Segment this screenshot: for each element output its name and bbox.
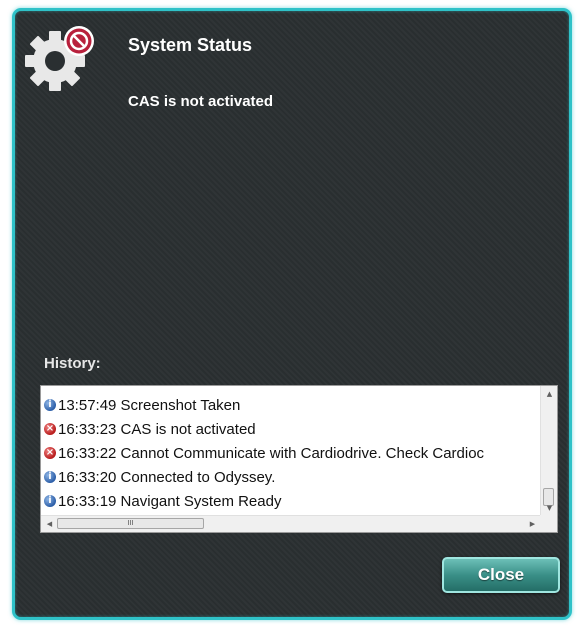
info-icon: i xyxy=(44,495,56,507)
scroll-down-arrow-icon[interactable]: ▼ xyxy=(541,500,557,516)
info-icon: i xyxy=(44,471,56,483)
history-item-text: 13:57:49 Screenshot Taken xyxy=(58,396,241,414)
history-label: History: xyxy=(44,355,101,372)
history-list: i 13:57:49 Screenshot Taken × 16:33:23 C… xyxy=(44,393,544,513)
history-item[interactable]: × 16:33:22 Cannot Communicate with Cardi… xyxy=(44,441,544,465)
close-button[interactable]: Close xyxy=(442,557,560,593)
history-item[interactable]: i 16:33:19 Navigant System Ready xyxy=(44,489,544,513)
history-item-text: 16:33:23 CAS is not activated xyxy=(58,420,256,438)
horizontal-scrollbar[interactable]: ◀ III ▶ xyxy=(41,515,541,532)
scroll-right-arrow-icon[interactable]: ▶ xyxy=(524,516,541,532)
history-item[interactable]: i 13:57:49 Screenshot Taken xyxy=(44,393,544,417)
history-item[interactable]: i 16:33:20 Connected to Odyssey. xyxy=(44,465,544,489)
gear-error-icon xyxy=(25,26,94,91)
history-item[interactable]: × 16:33:23 CAS is not activated xyxy=(44,417,544,441)
history-item-text: 16:33:20 Connected to Odyssey. xyxy=(58,468,276,486)
scroll-corner xyxy=(540,515,557,532)
error-icon: × xyxy=(44,423,56,435)
vertical-scrollbar[interactable]: ▲ ▼ xyxy=(540,386,557,516)
history-item-text: 16:33:22 Cannot Communicate with Cardiod… xyxy=(58,444,485,462)
history-list-box[interactable]: i 13:57:49 Screenshot Taken × 16:33:23 C… xyxy=(40,385,558,533)
scroll-left-arrow-icon[interactable]: ◀ xyxy=(41,516,58,532)
info-icon: i xyxy=(44,399,56,411)
status-message: CAS is not activated xyxy=(128,93,274,110)
dialog-title: System Status xyxy=(128,35,253,55)
error-icon: × xyxy=(44,447,56,459)
history-item-text: 16:33:19 Navigant System Ready xyxy=(58,492,282,510)
scroll-up-arrow-icon[interactable]: ▲ xyxy=(541,386,557,402)
system-status-dialog: System Status CAS is not activated Histo… xyxy=(12,8,572,620)
horizontal-scroll-thumb[interactable]: III xyxy=(57,518,204,529)
